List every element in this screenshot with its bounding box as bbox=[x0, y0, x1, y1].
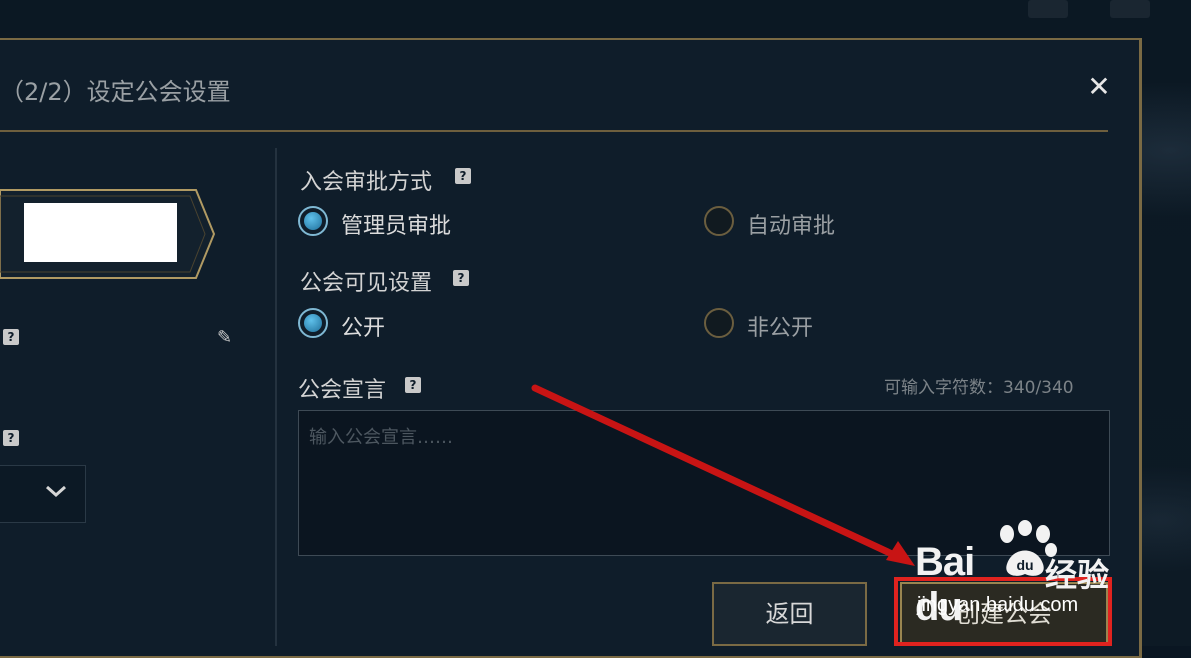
watermark-cn-text: 经验 bbox=[1045, 556, 1110, 594]
watermark-url: jingyan.baidu.com bbox=[917, 594, 1079, 616]
svg-text:du: du bbox=[1016, 557, 1033, 573]
